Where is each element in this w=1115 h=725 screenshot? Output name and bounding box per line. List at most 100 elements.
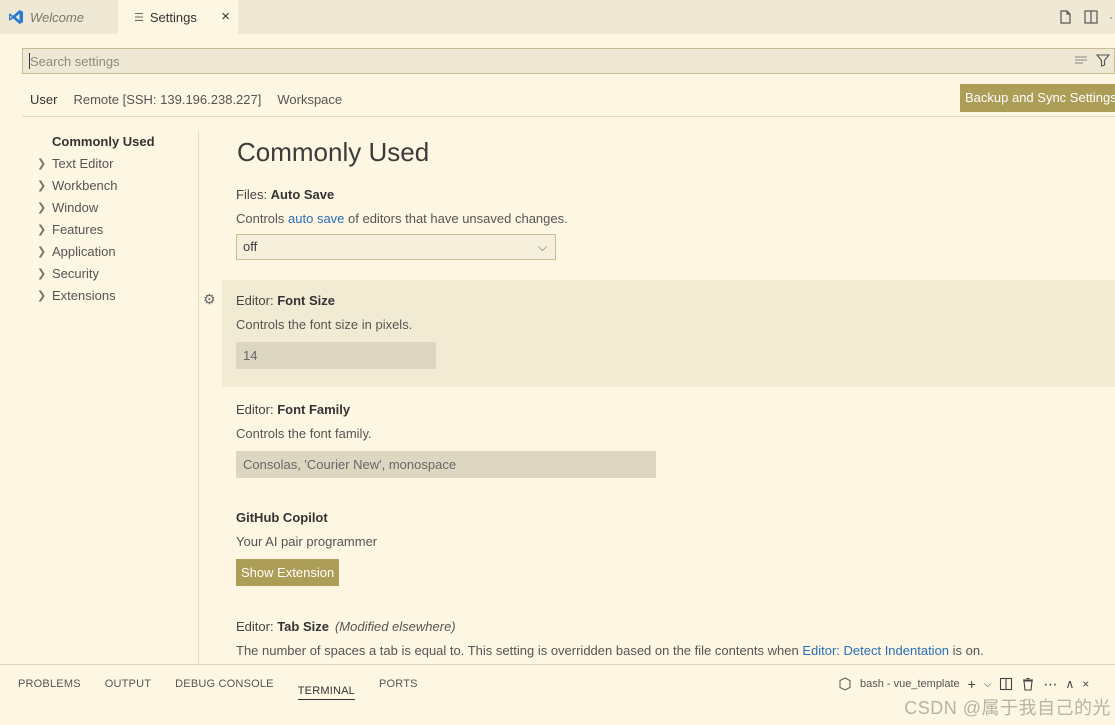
setting-category: Editor: (236, 402, 278, 417)
setting-desc-before: The number of spaces a tab is equal to. … (236, 643, 803, 658)
setting-github-copilot: GitHub Copilot Your AI pair programmer S… (222, 502, 1115, 586)
auto-save-select[interactable]: off ⌵ (236, 234, 556, 260)
auto-save-link[interactable]: auto save (288, 211, 344, 226)
toc-item-workbench[interactable]: ❯ Workbench (22, 175, 200, 197)
terminal-name[interactable]: bash - vue_template (860, 678, 960, 690)
setting-name: Tab Size (277, 619, 329, 634)
new-terminal-icon[interactable]: + (968, 676, 976, 692)
search-placeholder: Search settings (30, 54, 120, 69)
tab-ports[interactable]: PORTS (379, 664, 418, 706)
toc-item-security[interactable]: ❯ Security (22, 263, 200, 285)
split-terminal-icon[interactable] (999, 677, 1013, 691)
toc-item-label: Window (52, 200, 99, 215)
toc-item-label: Extensions (52, 288, 116, 303)
more-actions-icon[interactable]: ⋯ (1043, 676, 1057, 693)
section-title: Commonly Used (237, 137, 430, 167)
setting-title: GitHub Copilot (236, 510, 1115, 525)
panel-tabs: PROBLEMS OUTPUT DEBUG CONSOLE TERMINAL P… (18, 664, 418, 706)
tab-output[interactable]: OUTPUT (105, 664, 151, 706)
setting-desc-before: Controls (236, 211, 289, 226)
tab-remote[interactable]: Remote [SSH: 139.196.238.227] (65, 90, 269, 117)
tab-terminal[interactable]: TERMINAL (297, 671, 355, 700)
split-editor-icon[interactable] (1083, 9, 1099, 25)
tab-settings[interactable]: ☰ Settings × (118, 0, 238, 34)
setting-description: Controls the font family. (236, 426, 372, 441)
toc-item-label: Commonly Used (52, 134, 155, 149)
chevron-right-icon: ❯ (37, 246, 47, 258)
settings-toc: Commonly Used ❯ Text Editor ❯ Workbench … (22, 131, 200, 307)
toc-divider (198, 131, 199, 664)
gear-icon[interactable]: ⚙ (203, 291, 216, 308)
detect-indentation-link[interactable]: Editor: Detect Indentation (802, 643, 949, 658)
toc-item-label: Text Editor (52, 156, 114, 171)
filter-icon[interactable] (1096, 53, 1110, 67)
open-settings-json-icon[interactable] (1057, 9, 1073, 25)
setting-editor-font-family: Editor: Font Family Controls the font fa… (222, 394, 1115, 478)
chevron-right-icon: ❯ (37, 224, 47, 236)
setting-title: Files: Auto Save (236, 187, 1115, 202)
toc-item-application[interactable]: ❯ Application (22, 241, 200, 263)
setting-editor-tab-size: Editor: Tab Size (Modified elsewhere) The… (222, 611, 1115, 658)
toc-item-label: Application (52, 244, 116, 259)
backup-sync-button[interactable]: Backup and Sync Settings (960, 84, 1115, 112)
setting-title: Editor: Tab Size (Modified elsewhere) (236, 619, 1115, 634)
editor-actions: · (1057, 0, 1115, 34)
chevron-right-icon: ❯ (37, 202, 47, 214)
font-family-input[interactable]: Consolas, 'Courier New', monospace (236, 451, 656, 478)
setting-title: Editor: Font Family (236, 402, 1115, 417)
maximize-panel-icon[interactable]: ∧ (1065, 677, 1074, 691)
close-icon[interactable]: × (221, 8, 230, 25)
setting-description: Controls the font size in pixels. (236, 317, 413, 332)
tab-debug-console[interactable]: DEBUG CONSOLE (175, 664, 274, 706)
modified-elsewhere-indicator[interactable]: (Modified elsewhere) (335, 619, 456, 634)
setting-description: The number of spaces a tab is equal to. … (236, 643, 1115, 658)
settings-list: Commonly Used Files: Auto Save Controls … (222, 131, 1115, 664)
setting-desc-after: is on. (949, 643, 984, 658)
setting-category: Editor: (236, 619, 278, 634)
toc-item-label: Workbench (52, 178, 118, 193)
toc-item-label: Security (52, 266, 99, 281)
setting-name: Auto Save (270, 187, 335, 202)
toc-item-text-editor[interactable]: ❯ Text Editor (22, 153, 200, 175)
setting-description: Your AI pair programmer (236, 534, 378, 549)
setting-files-auto-save: Files: Auto Save Controls auto save of e… (222, 179, 1115, 260)
chevron-down-icon[interactable]: ⌵ (984, 679, 992, 690)
setting-editor-font-size: Editor: Font Size Controls the font size… (222, 280, 1115, 387)
tab-welcome-label: Welcome (30, 9, 84, 25)
terminal-actions: bash - vue_template + ⌵ ⋯ ∧ × (838, 674, 1089, 694)
close-panel-icon[interactable]: × (1082, 677, 1089, 691)
editor-tab-bar: Welcome ☰ Settings × · (0, 0, 1115, 34)
settings-scope-tabs: User Remote [SSH: 139.196.238.227] Works… (22, 90, 350, 117)
chevron-right-icon: ❯ (37, 290, 47, 302)
settings-file-icon: ☰ (134, 11, 144, 24)
vscode-logo-icon (9, 10, 23, 24)
watermark: CSDN @属于我自己的光 (904, 698, 1111, 718)
tab-user[interactable]: User (22, 90, 66, 117)
toc-item-features[interactable]: ❯ Features (22, 219, 200, 241)
tab-settings-label: Settings (149, 9, 197, 25)
font-size-input[interactable]: 14 (236, 342, 436, 369)
chevron-right-icon: ❯ (37, 180, 47, 192)
search-actions (1074, 53, 1110, 67)
setting-category: Editor: (236, 293, 278, 308)
toc-item-extensions[interactable]: ❯ Extensions (22, 285, 200, 307)
chevron-right-icon: ❯ (37, 158, 47, 170)
show-extension-button[interactable]: Show Extension (236, 559, 340, 586)
toc-item-window[interactable]: ❯ Window (22, 197, 200, 219)
search-input[interactable]: Search settings (22, 48, 1115, 74)
tab-problems[interactable]: PROBLEMS (18, 664, 81, 706)
auto-save-value: off (243, 239, 258, 254)
chevron-right-icon: ❯ (37, 268, 47, 280)
scope-divider (22, 116, 1115, 117)
setting-name: Font Family (277, 402, 351, 417)
trash-icon[interactable] (1021, 677, 1035, 691)
toc-item-commonly-used[interactable]: Commonly Used (22, 131, 200, 153)
setting-title: Editor: Font Size (236, 293, 1115, 308)
tab-workspace[interactable]: Workspace (269, 90, 350, 117)
toc-item-label: Features (52, 222, 104, 237)
clear-filter-icon[interactable] (1074, 53, 1088, 67)
tab-welcome[interactable]: Welcome (0, 0, 118, 34)
setting-description: Controls auto save of editors that have … (236, 211, 1115, 226)
more-actions-icon[interactable]: · (1109, 10, 1113, 24)
setting-desc-after: of editors that have unsaved changes. (344, 211, 568, 226)
